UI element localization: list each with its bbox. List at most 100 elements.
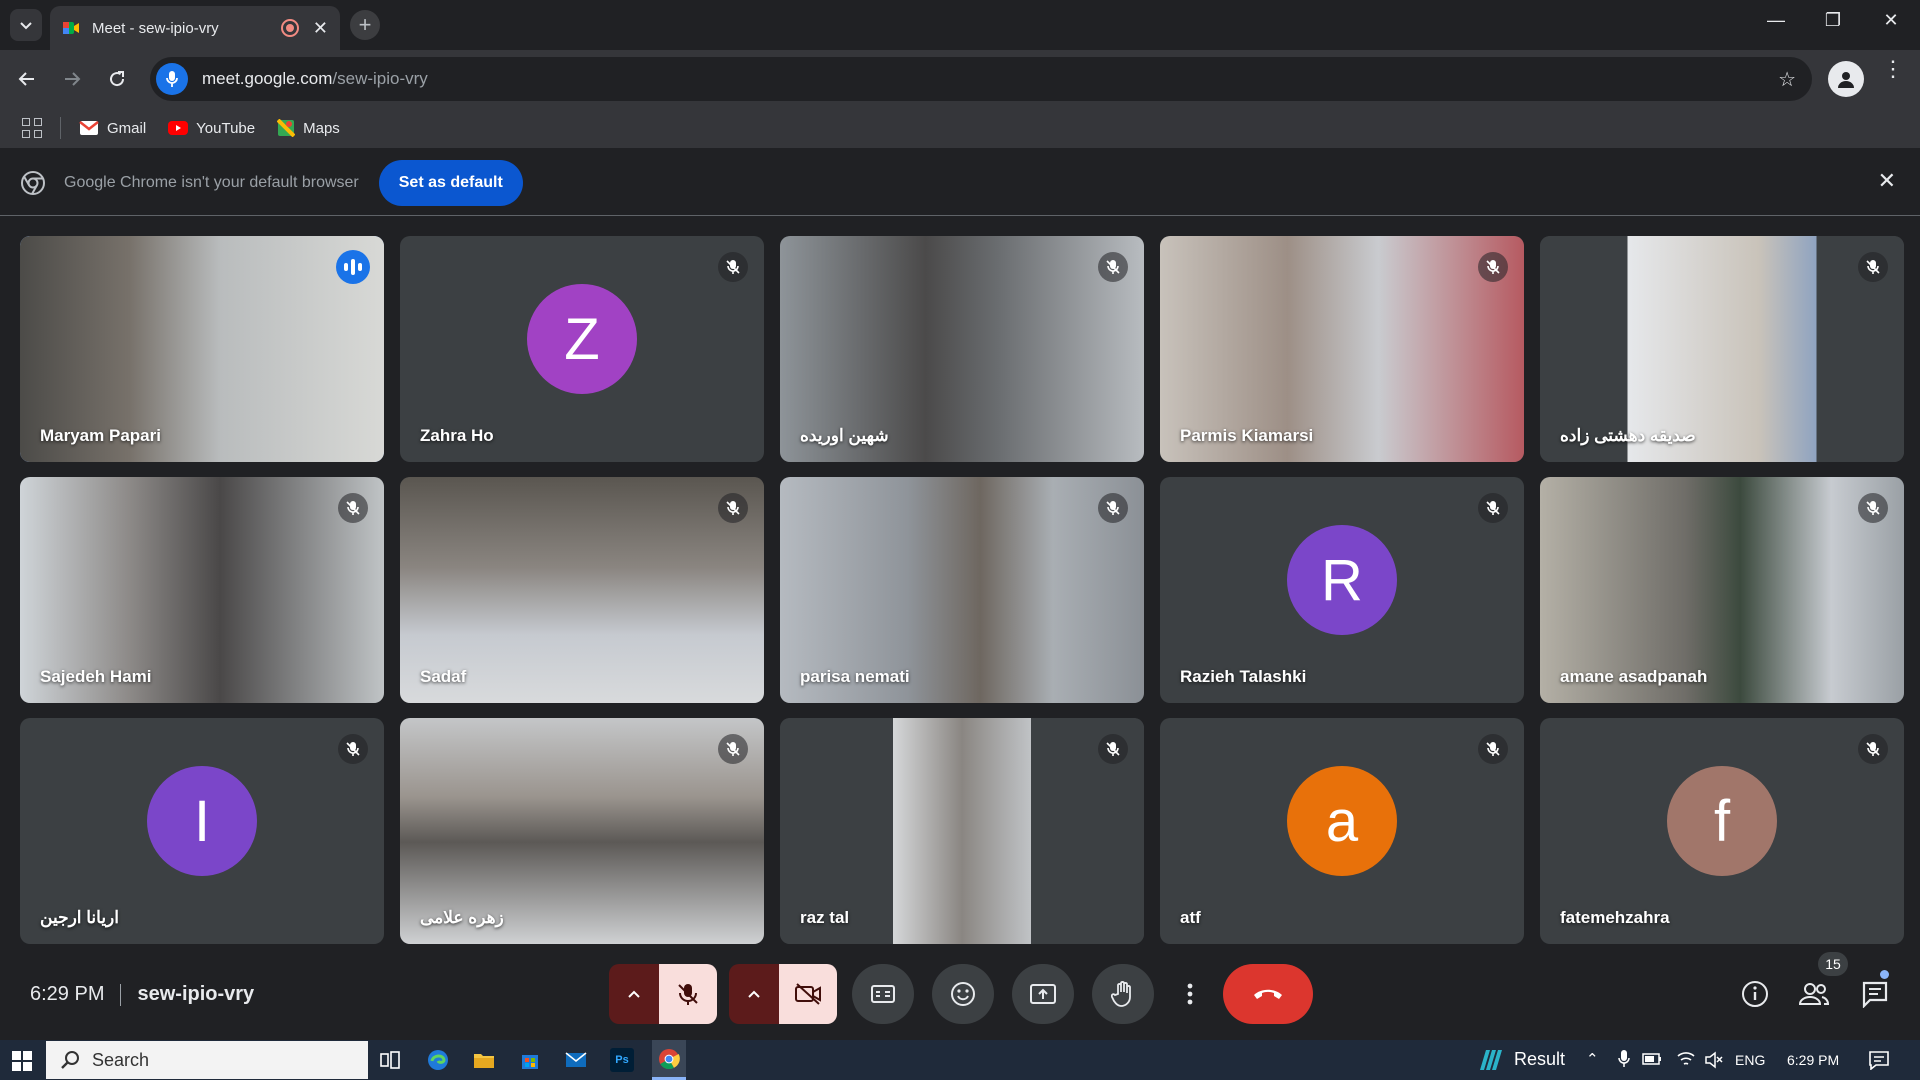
present-icon <box>1030 984 1056 1004</box>
tab-meet[interactable]: Meet - sew-ipio-vry ✕ <box>50 6 340 50</box>
participant-tile[interactable]: Maryam Papari <box>20 236 384 462</box>
camera-off-icon <box>795 983 821 1005</box>
participant-name: Zahra Ho <box>420 426 494 445</box>
mic-off-icon <box>338 734 368 764</box>
camera-control-group <box>729 964 837 1024</box>
participant-name: fatemehzahra <box>1560 908 1670 927</box>
arrow-right-icon <box>65 72 81 86</box>
video-options-button[interactable] <box>729 964 779 1024</box>
apps-grid-icon[interactable] <box>22 118 42 138</box>
participant-name: اریانا ارجین <box>40 908 119 927</box>
bookmark-maps[interactable]: Maps <box>277 119 340 137</box>
chevron-up-icon <box>628 990 640 998</box>
participant-tile[interactable]: صدیقه دهشتی زاده <box>1540 236 1904 462</box>
set-as-default-button[interactable]: Set as default <box>378 159 523 206</box>
raise-hand-button[interactable] <box>1092 964 1154 1024</box>
chrome-menu-button[interactable]: ⋮ <box>1880 58 1906 80</box>
profile-button[interactable] <box>1828 61 1864 97</box>
weather-widget[interactable]: Result <box>1514 1049 1565 1070</box>
maps-icon <box>277 119 296 137</box>
mic-off-icon <box>1098 493 1128 523</box>
infobar-message: Google Chrome isn't your default browser <box>64 173 359 191</box>
infobar-close-button[interactable]: ✕ <box>1878 168 1896 194</box>
person-icon <box>1838 72 1854 88</box>
chrome-icon <box>659 1049 680 1070</box>
participant-tile[interactable]: Sajedeh Hami <box>20 477 384 703</box>
captions-button[interactable] <box>852 964 914 1024</box>
new-tab-button[interactable]: + <box>350 10 380 40</box>
participant-tile[interactable]: raz tal <box>780 718 1144 944</box>
tray-chevron-icon[interactable]: ⌃ <box>1586 1050 1599 1068</box>
mic-off-icon <box>1858 252 1888 282</box>
back-button[interactable] <box>10 62 44 96</box>
participant-tile[interactable]: زهره علامی <box>400 718 764 944</box>
start-button[interactable] <box>12 1051 32 1071</box>
participant-tile[interactable]: f fatemehzahra <box>1540 718 1904 944</box>
window-close-button[interactable]: ✕ <box>1871 10 1911 31</box>
task-view-icon[interactable] <box>378 1048 402 1072</box>
microphone-tray-icon[interactable] <box>1618 1049 1630 1069</box>
reload-button[interactable] <box>100 62 134 96</box>
bookmark-star-icon[interactable]: ☆ <box>1778 67 1796 92</box>
participant-tile[interactable]: I اریانا ارجین <box>20 718 384 944</box>
url-text: meet.google.com/sew-ipio-vry <box>202 69 428 88</box>
meeting-details-button[interactable] <box>1735 974 1775 1014</box>
mail-icon[interactable] <box>564 1048 588 1072</box>
participant-tile[interactable]: parisa nemati <box>780 477 1144 703</box>
system-clock[interactable]: 6:29 PM <box>1787 1052 1839 1068</box>
chat-notification-dot <box>1880 970 1889 979</box>
audio-options-button[interactable] <box>609 964 659 1024</box>
reload-icon <box>110 71 125 87</box>
participant-name: صدیقه دهشتی زاده <box>1560 426 1696 445</box>
photoshop-icon[interactable]: Ps <box>610 1048 634 1072</box>
participant-tile[interactable]: a atf <box>1160 718 1524 944</box>
camera-toggle-button[interactable] <box>779 964 837 1024</box>
participant-avatar: I <box>147 766 257 876</box>
bookmark-youtube[interactable]: YouTube <box>168 120 255 137</box>
battery-icon[interactable] <box>1642 1052 1662 1066</box>
leave-call-button[interactable] <box>1223 964 1313 1024</box>
more-options-button[interactable] <box>1172 964 1208 1024</box>
chat-button[interactable] <box>1855 974 1895 1014</box>
wifi-icon[interactable] <box>1676 1050 1696 1068</box>
forward-button[interactable] <box>55 62 89 96</box>
reactions-button[interactable] <box>932 964 994 1024</box>
participant-name: Parmis Kiamarsi <box>1180 426 1314 445</box>
participant-name: Razieh Talashki <box>1180 667 1307 686</box>
meeting-controls-bar: 6:29 PM sew-ipio-vry 15 <box>0 952 1920 1038</box>
present-screen-button[interactable] <box>1012 964 1074 1024</box>
mic-off-icon <box>338 493 368 523</box>
bookmark-gmail[interactable]: Gmail <box>79 120 146 137</box>
participant-name: Sajedeh Hami <box>40 667 152 686</box>
mic-off-icon <box>1478 734 1508 764</box>
participant-tile[interactable]: amane asadpanah <box>1540 477 1904 703</box>
participant-tile[interactable]: شهین اوریده <box>780 236 1144 462</box>
people-button[interactable] <box>1794 974 1834 1014</box>
file-explorer-icon[interactable] <box>472 1048 496 1072</box>
more-vert-icon <box>1187 983 1193 1005</box>
tab-close-button[interactable]: ✕ <box>313 18 328 39</box>
address-bar[interactable]: meet.google.com/sew-ipio-vry ☆ <box>150 57 1812 101</box>
default-browser-infobar: Google Chrome isn't your default browser… <box>0 150 1920 216</box>
taskbar-search[interactable]: Search <box>46 1041 368 1079</box>
store-icon[interactable] <box>518 1048 542 1072</box>
meeting-code: sew-ipio-vry <box>137 983 255 1005</box>
participant-tile[interactable]: Sadaf <box>400 477 764 703</box>
mic-toggle-button[interactable] <box>659 964 717 1024</box>
participant-tile[interactable]: Z Zahra Ho <box>400 236 764 462</box>
restore-button[interactable]: ❐ <box>1813 10 1853 31</box>
bookmarks-divider <box>60 117 61 139</box>
volume-muted-icon[interactable] <box>1704 1051 1724 1069</box>
youtube-icon <box>168 121 189 135</box>
participant-name: شهین اوریده <box>800 426 889 445</box>
chrome-taskbar-button[interactable] <box>652 1040 686 1080</box>
info-icon <box>1742 981 1768 1007</box>
chrome-logo-icon <box>21 170 45 195</box>
input-language[interactable]: ENG <box>1735 1052 1765 1068</box>
notifications-icon[interactable] <box>1868 1050 1890 1070</box>
minimize-button[interactable]: — <box>1756 10 1796 31</box>
participant-tile[interactable]: R Razieh Talashki <box>1160 477 1524 703</box>
edge-icon[interactable] <box>426 1048 450 1072</box>
tab-search-button[interactable] <box>10 9 42 41</box>
participant-tile[interactable]: Parmis Kiamarsi <box>1160 236 1524 462</box>
